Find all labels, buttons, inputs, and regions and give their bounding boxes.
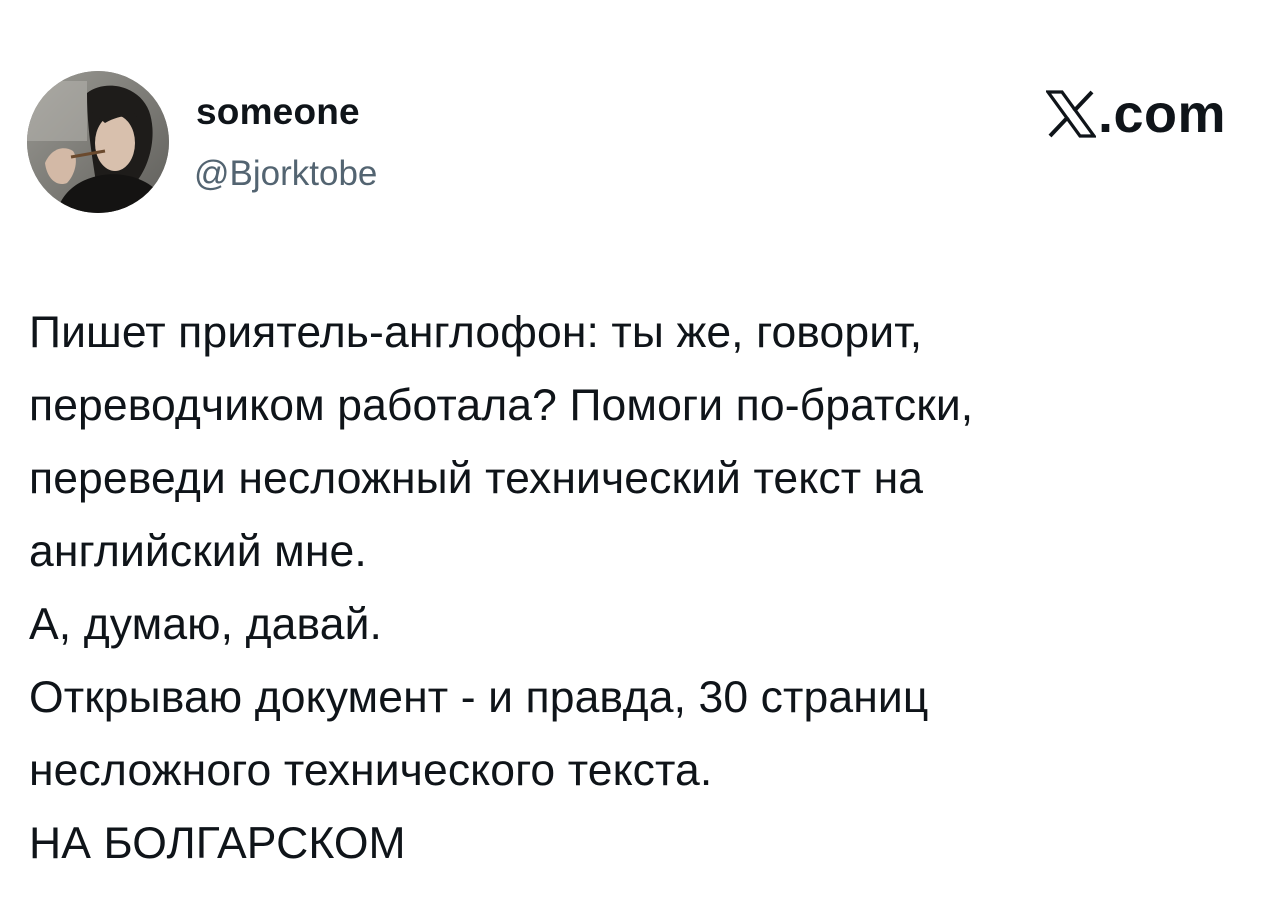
tweet-line: НА БОЛГАРСКОМ xyxy=(29,819,406,868)
tweet-line: несложного технического текста. xyxy=(29,746,713,795)
x-logo-icon xyxy=(1045,90,1096,138)
tweet-line: переводчиком работала? Помоги по-братски… xyxy=(29,381,974,430)
tweet-line: Пишет приятель-англофон: ты же, говорит, xyxy=(29,308,923,357)
tweet-line: переведи несложный технический текст на xyxy=(29,454,924,503)
avatar[interactable] xyxy=(27,71,169,213)
author-handle[interactable]: @Bjorktobe xyxy=(194,156,377,191)
tweet-line: английский мне. xyxy=(29,527,367,576)
avatar-photo-icon xyxy=(27,71,169,213)
tweet-line: Открываю документ - и правда, 30 страниц xyxy=(29,673,929,722)
author-display-name[interactable]: someone xyxy=(196,93,360,130)
x-logo-suffix: .com xyxy=(1097,84,1226,144)
tweet-header: someone @Bjorktobe .com xyxy=(0,0,1284,230)
x-com-logo: .com xyxy=(1045,84,1226,144)
tweet-line: А, думаю, давай. xyxy=(29,600,382,649)
tweet-text: Пишет приятель-англофон: ты же, говорит,… xyxy=(29,296,1239,880)
